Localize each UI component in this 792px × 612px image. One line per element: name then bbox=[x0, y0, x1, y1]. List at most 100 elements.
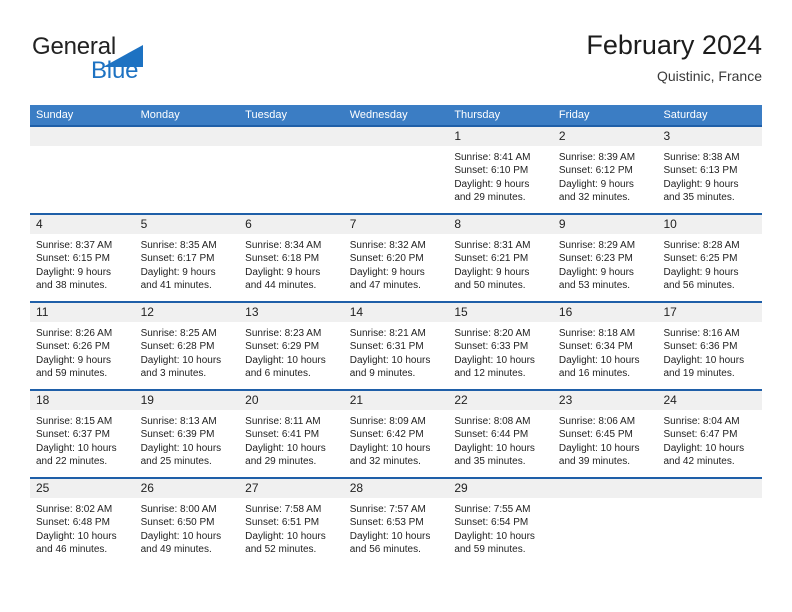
day-cell[interactable]: 23 Sunrise: 8:06 AM Sunset: 6:45 PM Dayligh… bbox=[552, 389, 658, 477]
day-cell[interactable]: 27 Sunrise: 7:58 AM Sunset: 6:51 PM Dayligh… bbox=[239, 477, 344, 565]
calendar-week-row: 18 Sunrise: 8:15 AM Sunset: 6:37 PM Dayligh… bbox=[30, 389, 763, 477]
day-info-line: Sunrise: 8:39 AM bbox=[558, 152, 636, 163]
day-info bbox=[135, 146, 240, 151]
day-cell[interactable]: 8 Sunrise: 8:31 AM Sunset: 6:21 PM Daylight… bbox=[448, 213, 553, 301]
day-info-line: Daylight: 10 hours bbox=[349, 530, 431, 542]
day-cell[interactable]: 24 Sunrise: 8:04 AM Sunset: 6:47 PM Dayligh… bbox=[657, 389, 763, 477]
day-cell[interactable]: 9 Sunrise: 8:29 AM Sunset: 6:23 PM Daylight… bbox=[552, 213, 658, 301]
day-cell[interactable]: 17 Sunrise: 8:16 AM Sunset: 6:36 PM Dayligh… bbox=[657, 301, 763, 389]
day-number: 21 bbox=[349, 393, 364, 407]
day-cell[interactable]: 29 Sunrise: 7:55 AM Sunset: 6:54 PM Dayligh… bbox=[448, 477, 553, 565]
day-cell[interactable]: 11 Sunrise: 8:26 AM Sunset: 6:26 PM Dayligh… bbox=[30, 301, 135, 389]
day-info-line: and 41 minutes. bbox=[140, 280, 212, 292]
day-info-line: Sunrise: 7:58 AM bbox=[245, 504, 322, 515]
day-cell[interactable]: 20 Sunrise: 8:11 AM Sunset: 6:41 PM Dayligh… bbox=[239, 389, 344, 477]
day-number: 24 bbox=[663, 393, 677, 407]
day-number: 7 bbox=[349, 217, 357, 231]
day-info: Sunrise: 8:38 AM Sunset: 6:13 PM Daylight:… bbox=[657, 146, 762, 205]
day-cell[interactable]: 4 Sunrise: 8:37 AM Sunset: 6:15 PM Daylight… bbox=[30, 213, 135, 301]
day-info-line: Sunrise: 8:34 AM bbox=[245, 240, 322, 251]
day-info: Sunrise: 8:20 AM Sunset: 6:33 PM Daylight:… bbox=[448, 322, 553, 381]
day-cell[interactable]: 1 Sunrise: 8:41 AM Sunset: 6:10 PM Daylight… bbox=[448, 125, 553, 213]
day-info-line: Sunrise: 8:28 AM bbox=[663, 240, 740, 251]
day-info-line: Sunset: 6:23 PM bbox=[558, 253, 633, 265]
day-info-line: Daylight: 10 hours bbox=[349, 442, 431, 454]
day-cell[interactable]: 18 Sunrise: 8:15 AM Sunset: 6:37 PM Dayligh… bbox=[30, 389, 135, 477]
day-number-band bbox=[552, 479, 658, 498]
day-info-line: Sunset: 6:53 PM bbox=[349, 517, 424, 529]
day-info-line: and 19 minutes. bbox=[663, 368, 735, 380]
day-info-line: and 32 minutes. bbox=[349, 456, 421, 468]
day-number: 15 bbox=[454, 305, 468, 319]
day-cell[interactable]: 28 Sunrise: 7:57 AM Sunset: 6:53 PM Dayligh… bbox=[343, 477, 449, 565]
day-cell[interactable]: 19 Sunrise: 8:13 AM Sunset: 6:39 PM Dayligh… bbox=[134, 389, 240, 477]
day-info-line: Daylight: 10 hours bbox=[36, 530, 117, 542]
day-number: 23 bbox=[558, 393, 573, 407]
day-info-line: Sunrise: 8:41 AM bbox=[454, 152, 531, 163]
day-cell[interactable]: 12 Sunrise: 8:25 AM Sunset: 6:28 PM Dayligh… bbox=[134, 301, 240, 389]
day-info-line: Sunset: 6:48 PM bbox=[36, 517, 110, 529]
day-cell[interactable]: 13 Sunrise: 8:23 AM Sunset: 6:29 PM Dayligh… bbox=[239, 301, 344, 389]
day-number-band bbox=[30, 127, 135, 146]
day-info-line: Sunset: 6:34 PM bbox=[558, 341, 633, 353]
day-number-band bbox=[134, 127, 240, 146]
day-number: 10 bbox=[663, 217, 677, 231]
day-cell[interactable]: 16 Sunrise: 8:18 AM Sunset: 6:34 PM Dayligh… bbox=[552, 301, 658, 389]
day-cell[interactable]: 21 Sunrise: 8:09 AM Sunset: 6:42 PM Dayligh… bbox=[343, 389, 449, 477]
brand-logo[interactable]: General Blue bbox=[32, 34, 232, 96]
day-info-line: and 29 minutes. bbox=[245, 456, 317, 468]
day-number-band: 29 bbox=[448, 479, 553, 498]
day-info-line: Sunset: 6:15 PM bbox=[36, 253, 110, 265]
day-info-line: and 35 minutes. bbox=[663, 192, 735, 204]
day-info-line: and 12 minutes. bbox=[454, 368, 526, 380]
day-info-line: Sunrise: 8:13 AM bbox=[140, 416, 217, 427]
calendar-week-row: 4 Sunrise: 8:37 AM Sunset: 6:15 PM Daylight… bbox=[30, 213, 763, 301]
day-number: 25 bbox=[36, 481, 50, 495]
day-info: Sunrise: 8:02 AM Sunset: 6:48 PM Daylight:… bbox=[30, 498, 135, 557]
day-info-line: and 22 minutes. bbox=[36, 456, 108, 468]
day-info-line: and 56 minutes. bbox=[663, 280, 735, 292]
day-info-line: Sunset: 6:54 PM bbox=[454, 517, 529, 529]
day-cell[interactable]: 7 Sunrise: 8:32 AM Sunset: 6:20 PM Daylight… bbox=[343, 213, 449, 301]
day-info: Sunrise: 8:35 AM Sunset: 6:17 PM Daylight:… bbox=[135, 234, 240, 293]
day-info-line: Daylight: 9 hours bbox=[558, 266, 634, 278]
day-info: Sunrise: 8:04 AM Sunset: 6:47 PM Daylight:… bbox=[657, 410, 762, 469]
day-cell[interactable]: 22 Sunrise: 8:08 AM Sunset: 6:44 PM Dayligh… bbox=[448, 389, 553, 477]
day-number-band: 3 bbox=[657, 127, 763, 146]
day-info-line: and 59 minutes. bbox=[454, 544, 526, 556]
weekday-header-tuesday: Tuesday bbox=[245, 109, 287, 121]
day-info-line: and 16 minutes. bbox=[558, 368, 631, 380]
day-info-line: Daylight: 10 hours bbox=[245, 530, 326, 542]
day-info-line: Sunset: 6:37 PM bbox=[36, 429, 110, 441]
day-cell[interactable]: 15 Sunrise: 8:20 AM Sunset: 6:33 PM Dayligh… bbox=[448, 301, 553, 389]
day-cell[interactable]: 5 Sunrise: 8:35 AM Sunset: 6:17 PM Daylight… bbox=[134, 213, 240, 301]
day-info-line: and 59 minutes. bbox=[36, 368, 108, 380]
day-info: Sunrise: 8:16 AM Sunset: 6:36 PM Daylight:… bbox=[657, 322, 762, 381]
day-info-line: Daylight: 10 hours bbox=[36, 442, 117, 454]
day-info-line: and 42 minutes. bbox=[663, 456, 735, 468]
day-info-line: Daylight: 9 hours bbox=[663, 178, 739, 190]
day-cell[interactable]: 25 Sunrise: 8:02 AM Sunset: 6:48 PM Dayligh… bbox=[30, 477, 135, 565]
day-cell[interactable]: 2 Sunrise: 8:39 AM Sunset: 6:12 PM Daylight… bbox=[552, 125, 658, 213]
day-info: Sunrise: 7:57 AM Sunset: 6:53 PM Daylight:… bbox=[344, 498, 449, 557]
day-info-line: Sunrise: 8:00 AM bbox=[140, 504, 217, 515]
triangle-icon bbox=[103, 45, 143, 67]
day-number-band: 25 bbox=[30, 479, 135, 498]
day-info-line: and 6 minutes. bbox=[245, 368, 311, 380]
day-info: Sunrise: 8:25 AM Sunset: 6:28 PM Daylight:… bbox=[135, 322, 240, 381]
day-cell[interactable]: 14 Sunrise: 8:21 AM Sunset: 6:31 PM Dayligh… bbox=[343, 301, 449, 389]
day-info-line: Sunset: 6:39 PM bbox=[140, 429, 215, 441]
day-info-line: Sunset: 6:51 PM bbox=[245, 517, 320, 529]
day-number-band: 16 bbox=[552, 303, 658, 322]
day-info-line: Sunset: 6:17 PM bbox=[140, 253, 215, 265]
day-info-line: and 29 minutes. bbox=[454, 192, 526, 204]
day-cell[interactable]: 10 Sunrise: 8:28 AM Sunset: 6:25 PM Dayligh… bbox=[657, 213, 763, 301]
day-info: Sunrise: 8:29 AM Sunset: 6:23 PM Daylight:… bbox=[553, 234, 658, 293]
day-info-line: and 50 minutes. bbox=[454, 280, 526, 292]
day-cell[interactable]: 3 Sunrise: 8:38 AM Sunset: 6:13 PM Daylight… bbox=[657, 125, 763, 213]
day-info-line: Daylight: 10 hours bbox=[663, 442, 745, 454]
day-cell[interactable]: 26 Sunrise: 8:00 AM Sunset: 6:50 PM Dayligh… bbox=[134, 477, 240, 565]
day-info-line: Daylight: 10 hours bbox=[558, 442, 640, 454]
day-cell[interactable]: 6 Sunrise: 8:34 AM Sunset: 6:18 PM Daylight… bbox=[239, 213, 344, 301]
day-info-line: Sunset: 6:26 PM bbox=[36, 341, 110, 353]
